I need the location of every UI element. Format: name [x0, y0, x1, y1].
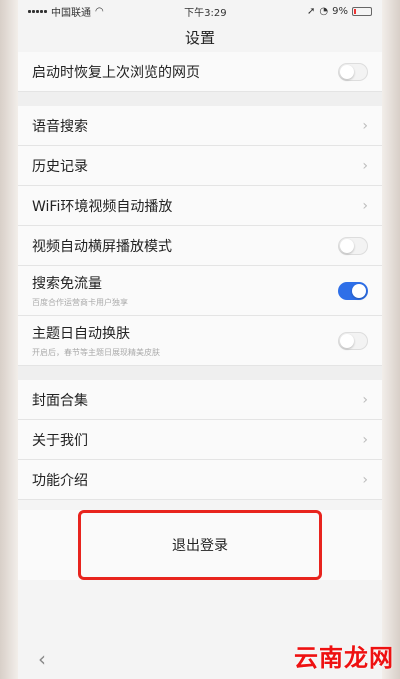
- toggle-switch[interactable]: [338, 236, 368, 255]
- settings-list: 启动时恢复上次浏览的网页: [18, 52, 382, 92]
- setting-feature-intro[interactable]: 功能介绍 ›: [18, 460, 382, 500]
- chevron-right-icon: ›: [362, 391, 368, 408]
- setting-voice-search[interactable]: 语音搜索 ›: [18, 106, 382, 146]
- setting-label: 功能介绍: [32, 472, 88, 489]
- setting-label: 视频自动横屏播放模式: [32, 238, 172, 255]
- toggle-switch[interactable]: [338, 62, 368, 81]
- setting-theme-day-skin[interactable]: 主题日自动换肤 开启后，春节等主题日展现精美皮肤: [18, 316, 382, 366]
- page-title: 设置: [184, 28, 215, 47]
- setting-wifi-autoplay[interactable]: WiFi环境视频自动播放 ›: [18, 186, 382, 226]
- status-time: 下午3:29: [184, 7, 227, 19]
- setting-restore-last-pages[interactable]: 启动时恢复上次浏览的网页: [18, 52, 382, 92]
- setting-label: 语音搜索: [32, 118, 88, 135]
- setting-label: 启动时恢复上次浏览的网页: [32, 64, 200, 81]
- chevron-right-icon: ›: [362, 197, 368, 214]
- setting-auto-landscape[interactable]: 视频自动横屏播放模式: [18, 226, 382, 266]
- battery-percent: 9%: [332, 5, 348, 17]
- location-icon: ➚: [306, 5, 316, 17]
- section-divider: [18, 366, 382, 380]
- chevron-right-icon: ›: [362, 431, 368, 448]
- phone-bezel-right: [382, 0, 400, 679]
- setting-description: 开启后，春节等主题日展现精美皮肤: [32, 348, 160, 357]
- settings-list-main: 语音搜索 › 历史记录 › WiFi环境视频自动播放 › 视频自动横屏播放模式 …: [18, 106, 382, 366]
- setting-about-us[interactable]: 关于我们 ›: [18, 420, 382, 460]
- wifi-icon: ◠: [95, 5, 104, 17]
- setting-label: WiFi环境视频自动播放: [32, 198, 173, 215]
- setting-history[interactable]: 历史记录 ›: [18, 146, 382, 186]
- phone-bezel-left: [0, 0, 18, 679]
- setting-description: 百度合作运营商卡用户独享: [32, 298, 128, 307]
- setting-cover-collection[interactable]: 封面合集 ›: [18, 380, 382, 420]
- carrier-text: 中国联通: [51, 7, 91, 19]
- setting-label: 历史记录: [32, 158, 88, 175]
- watermark-logo: 云南龙网: [294, 644, 394, 672]
- setting-label: 搜索免流量: [32, 276, 102, 292]
- chevron-right-icon: ›: [362, 117, 368, 134]
- settings-list-about: 封面合集 › 关于我们 › 功能介绍 ›: [18, 380, 382, 500]
- status-bar: 中国联通 ◠ 下午3:29 ➚ ◔ 9%: [18, 0, 382, 22]
- logout-section: 退出登录: [18, 510, 382, 580]
- setting-label: 封面合集: [32, 392, 88, 409]
- battery-icon: [351, 6, 372, 16]
- signal-icon: [28, 9, 47, 13]
- chevron-right-icon: ›: [362, 157, 368, 174]
- alarm-icon: ◔: [319, 5, 329, 17]
- chevron-right-icon: ›: [362, 471, 368, 488]
- setting-free-data[interactable]: 搜索免流量 百度合作运营商卡用户独享: [18, 266, 382, 316]
- setting-label: 关于我们: [32, 432, 88, 449]
- red-highlight-frame: [78, 510, 322, 580]
- chevron-left-icon[interactable]: ‹: [38, 647, 46, 671]
- section-divider: [18, 92, 382, 106]
- screen: 中国联通 ◠ 下午3:29 ➚ ◔ 9% 设置 启动时恢复上次浏览的网页 语音搜…: [18, 0, 382, 679]
- toggle-switch[interactable]: [338, 281, 368, 300]
- toggle-switch[interactable]: [338, 331, 368, 350]
- setting-label: 主题日自动换肤: [32, 326, 130, 342]
